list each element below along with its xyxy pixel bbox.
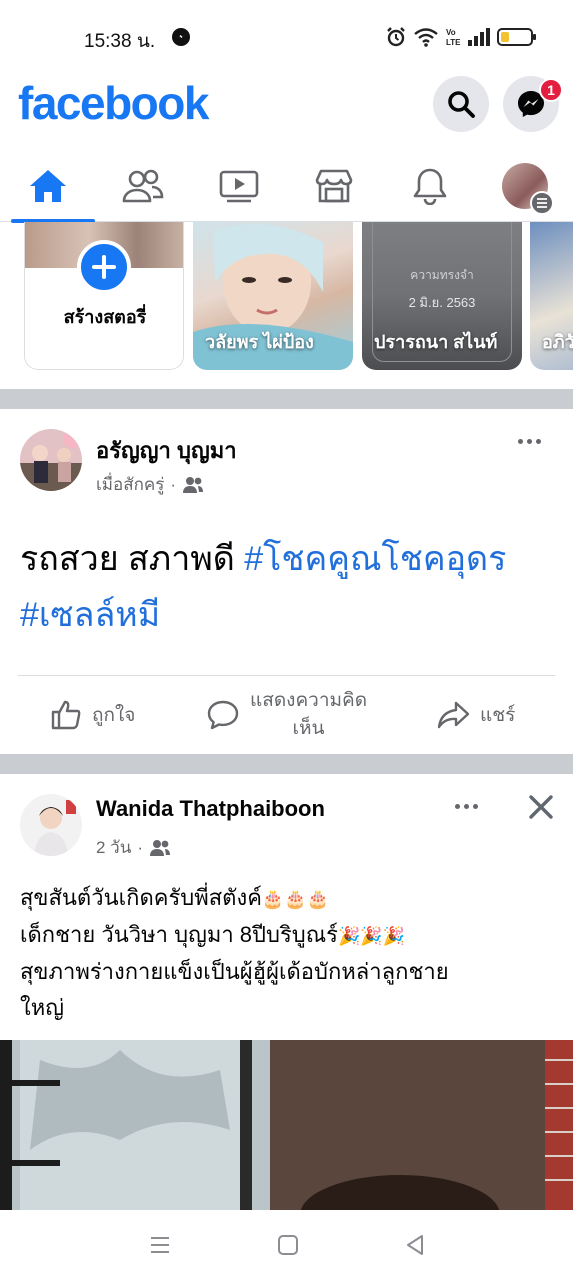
post-meta: 2 วัน ·	[96, 834, 171, 861]
create-story-card[interactable]: สร้างสตอรี่	[24, 222, 184, 370]
comment-label: แสดงความคิด เห็น	[250, 687, 367, 743]
avatar[interactable]	[20, 794, 82, 856]
share-label: แชร์	[480, 705, 516, 726]
hashtag-link[interactable]: #เซลล์หมี	[20, 596, 160, 634]
tab-menu[interactable]	[482, 150, 568, 222]
post-text-line4: ใหญ่	[20, 995, 64, 1020]
friends-audience-icon	[183, 476, 204, 493]
status-bar: 15:38 น. Vo LTE	[0, 0, 573, 76]
tab-watch[interactable]	[196, 150, 282, 222]
messenger-badge: 1	[539, 78, 563, 102]
tab-marketplace[interactable]	[291, 150, 377, 222]
bell-icon	[413, 168, 447, 205]
post-text-line: สุขสันต์วันเกิดครับพี่สตังค์🎂🎂🎂	[20, 880, 553, 917]
post-text: สุขสันต์วันเกิดครับพี่สตังค์🎂🎂🎂 เด็กชาย …	[20, 880, 553, 1026]
comment-icon	[207, 700, 239, 730]
like-icon	[51, 700, 81, 730]
search-icon	[448, 91, 475, 118]
app-header: facebook 1	[0, 76, 573, 136]
post-time[interactable]: 2 วัน	[96, 834, 131, 861]
tab-friends[interactable]	[100, 150, 186, 222]
status-time: 15:38 น.	[84, 31, 156, 52]
post-options-button[interactable]	[446, 794, 486, 818]
avatar[interactable]	[20, 429, 82, 491]
store-icon	[315, 169, 353, 203]
messenger-button[interactable]: 1	[503, 76, 563, 132]
story-author: ปรารถนา สไนท์	[374, 332, 498, 352]
party-popper-icon: 🎉🎉🎉	[337, 926, 406, 946]
post-photo[interactable]	[0, 1040, 573, 1210]
post-text-line: เด็กชาย วันวิษา บุญมา 8ปีบริบูณร์🎉🎉🎉	[20, 917, 553, 954]
feed-post: อรัญญา บุญมา เมื่อสักครู่ · รถสวย สภาพดี…	[0, 409, 573, 754]
share-icon	[437, 701, 470, 729]
create-story-label: สร้างสตอรี่	[63, 307, 147, 327]
feed-post: Wanida Thatphaiboon 2 วัน · สุขสันต์วันเ…	[0, 774, 573, 1210]
post-text: รถสวย สภาพดี #โชคคูณโชคอุดร #เซลล์หมี	[20, 531, 553, 643]
comment-label-line1: แสดงความคิด	[250, 690, 368, 711]
signal-icon	[468, 28, 490, 46]
story-card[interactable]: วลัยพร ไผ่ป้อง	[193, 222, 353, 370]
friends-audience-icon	[150, 839, 171, 856]
post-author[interactable]: อรัญญา บุญมา	[96, 433, 237, 468]
profile-avatar	[502, 163, 554, 215]
dot	[526, 438, 532, 444]
close-icon[interactable]	[526, 792, 556, 822]
story-author: วลัยพร ไผ่ป้อง	[205, 332, 314, 352]
story-card[interactable]: ความทรงจำ 2 มิ.ย. 2563 ปรารถนา สไนท์	[362, 222, 522, 370]
search-button[interactable]	[433, 76, 489, 132]
comment-button[interactable]: แสดงความคิด เห็น	[206, 676, 367, 754]
friends-icon	[122, 169, 164, 203]
post-text-line3: สุขภาพร่างกายแข็งเป็นผู้ฮู้ผู้เด้อบักหล่…	[20, 959, 449, 984]
system-nav-bar	[0, 1210, 573, 1280]
messenger-notification-icon	[172, 28, 190, 46]
story-card[interactable]: อภิวั	[530, 222, 573, 370]
post-meta: เมื่อสักครู่ ·	[96, 471, 204, 498]
hashtag-link[interactable]: #โชคคูณโชคอุดร	[244, 540, 506, 578]
post-author[interactable]: Wanida Thatphaiboon	[96, 796, 325, 822]
add-story-icon	[77, 240, 131, 294]
stories-tray: สร้างสตอรี่ วลัยพร ไผ่ป้อง ความทรงจำ 2 ม…	[0, 222, 573, 388]
share-button[interactable]: แชร์	[436, 676, 515, 754]
status-icons: Vo LTE	[385, 26, 536, 48]
post-text-line2: เด็กชาย วันวิษา บุญมา 8ปีบริบูณร์	[20, 922, 338, 947]
post-text-line1: สุขสันต์วันเกิดครับพี่สตังค์	[20, 885, 262, 910]
home-square-icon[interactable]	[276, 1233, 300, 1257]
like-button[interactable]: ถูกใจ	[50, 676, 135, 754]
post-actions: ถูกใจ แสดงความคิด เห็น แชร์	[18, 675, 555, 753]
dot	[463, 803, 469, 809]
recents-icon[interactable]	[148, 1234, 172, 1256]
menu-icon	[530, 191, 554, 215]
dot	[535, 438, 541, 444]
post-options-button[interactable]	[509, 429, 549, 453]
video-icon	[219, 170, 259, 203]
wifi-icon	[414, 28, 438, 47]
back-icon[interactable]	[404, 1233, 426, 1257]
tab-home[interactable]	[5, 150, 95, 223]
dot	[454, 803, 460, 809]
memory-date: 2 มิ.ย. 2563	[408, 295, 476, 310]
volte-icon: VoLTE	[446, 28, 461, 47]
comment-label-line2: เห็น	[292, 718, 325, 739]
memory-caption: ความทรงจำ	[410, 268, 474, 282]
post-time[interactable]: เมื่อสักครู่	[96, 471, 164, 498]
section-divider	[0, 389, 573, 409]
svg-text:Vo: Vo	[446, 28, 456, 37]
like-label: ถูกใจ	[92, 705, 136, 726]
battery-icon	[497, 28, 536, 46]
meta-separator: ·	[137, 837, 144, 857]
section-divider	[0, 754, 573, 774]
svg-text:LTE: LTE	[446, 38, 461, 47]
facebook-logo[interactable]: facebook	[18, 76, 209, 130]
meta-separator: ·	[170, 474, 177, 494]
tab-bar	[0, 150, 573, 223]
dot	[472, 803, 478, 809]
home-icon	[30, 170, 66, 202]
birthday-cake-icon: 🎂🎂🎂	[261, 889, 330, 909]
tab-notifications[interactable]	[387, 150, 473, 222]
post-text-body: รถสวย สภาพดี	[20, 540, 245, 578]
alarm-icon	[387, 27, 405, 47]
dot	[517, 438, 523, 444]
story-author: อภิวั	[542, 332, 573, 352]
